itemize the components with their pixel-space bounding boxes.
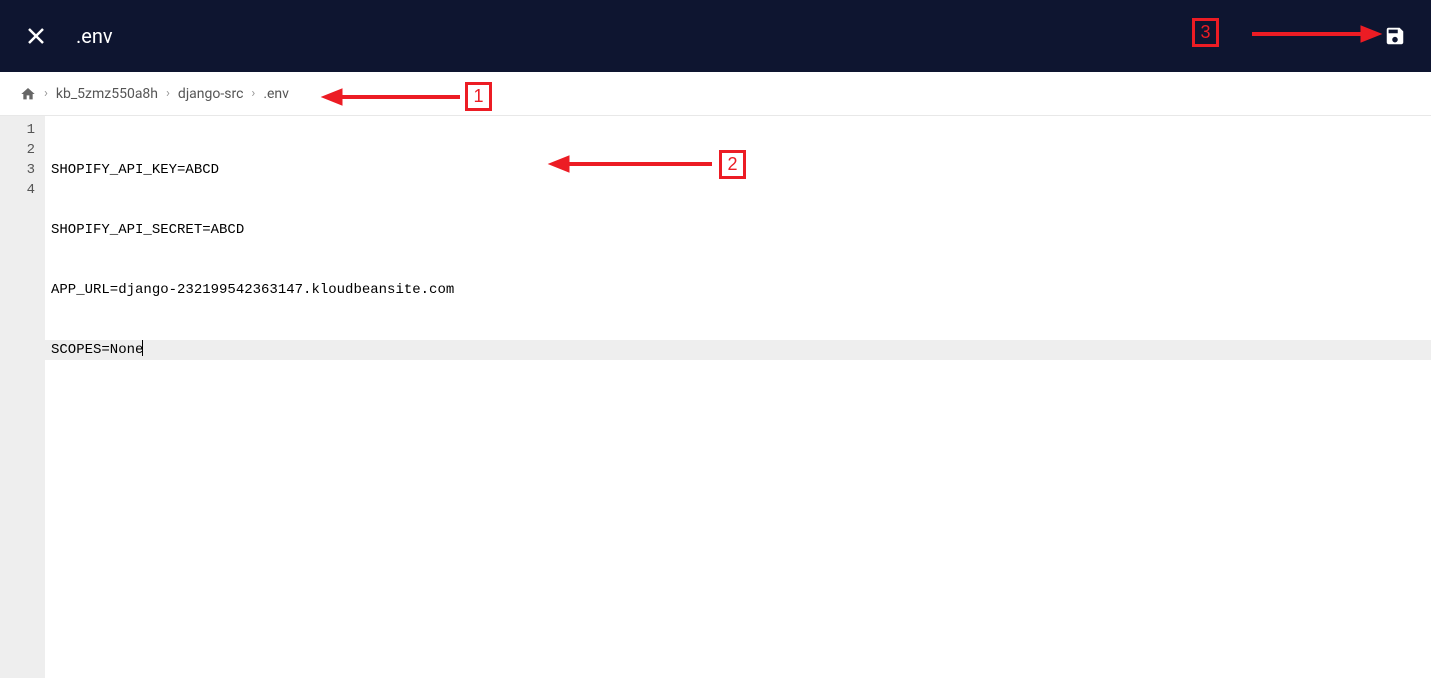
breadcrumb-separator: › [251,86,255,101]
line-number: 4 [0,180,45,200]
text-cursor [142,340,143,356]
save-icon [1384,25,1406,47]
file-title: .env [76,24,113,48]
breadcrumb-item-2[interactable]: .env [263,86,289,102]
code-line-active[interactable]: SCOPES=None [45,340,1431,360]
code-line[interactable]: APP_URL=django-232199542363147.kloudbean… [51,280,1431,300]
breadcrumb-home[interactable] [20,86,36,102]
code-editor[interactable]: 1 2 3 4 SHOPIFY_API_KEY=ABCD SHOPIFY_API… [0,116,1431,678]
breadcrumb-item-0[interactable]: kb_5zmz550a8h [56,86,158,102]
code-content[interactable]: SHOPIFY_API_KEY=ABCD SHOPIFY_API_SECRET=… [45,116,1431,678]
editor-header: .env [0,0,1431,72]
breadcrumb-separator: › [44,86,48,101]
code-line[interactable]: SHOPIFY_API_KEY=ABCD [51,160,1431,180]
save-button[interactable] [1383,24,1407,48]
line-number: 3 [0,160,45,180]
code-text: SCOPES=None [51,342,143,358]
breadcrumb-separator: › [166,86,170,101]
line-number: 2 [0,140,45,160]
breadcrumb: › kb_5zmz550a8h › django-src › .env [0,72,1431,116]
line-number: 1 [0,120,45,140]
line-number-gutter: 1 2 3 4 [0,116,45,678]
close-button[interactable] [24,24,48,48]
code-line[interactable]: SHOPIFY_API_SECRET=ABCD [51,220,1431,240]
home-icon [20,86,36,102]
close-icon [26,26,46,46]
breadcrumb-item-1[interactable]: django-src [178,86,243,102]
